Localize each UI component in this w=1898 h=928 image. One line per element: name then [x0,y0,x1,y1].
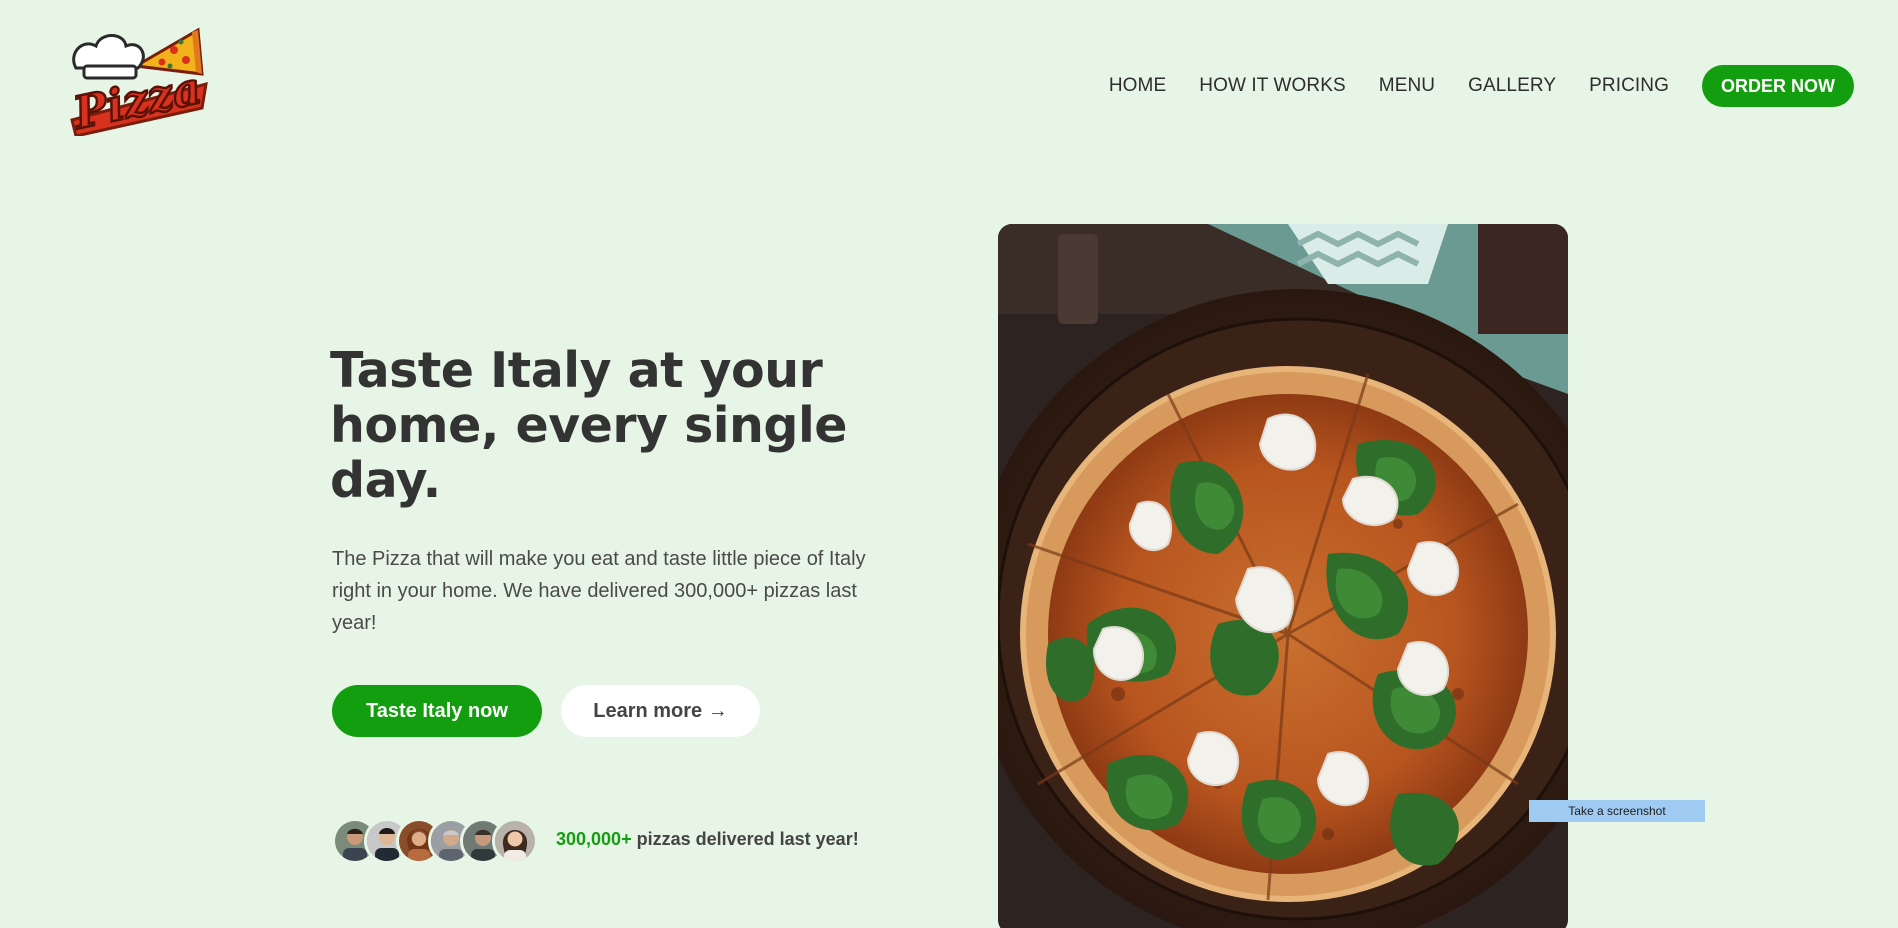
hero-description: The Pizza that will make you eat and tas… [332,548,866,634]
hero-pizza-image [998,224,1568,928]
learn-more-button[interactable]: Learn more → [561,685,760,737]
nav-menu-link[interactable]: MENU [1379,75,1435,97]
pizza-logo-icon: Pizza [66,27,208,141]
pizza-logo[interactable]: Pizza [66,24,208,141]
taste-italy-now-button[interactable]: Taste Italy now [332,685,542,737]
pizza-photo-icon [998,224,1568,928]
delivered-count: 300,000+ [556,829,632,849]
nav-gallery-link[interactable]: GALLERY [1468,75,1556,97]
nav-home-link[interactable]: HOME [1109,75,1166,97]
main-nav: HOME HOW IT WORKS MENU GALLERY PRICING O… [1109,65,1854,107]
hero-title: Taste Italy at your home, every single d… [330,342,848,509]
order-now-button[interactable]: ORDER NOW [1702,65,1854,107]
nav-pricing-link[interactable]: PRICING [1589,75,1669,97]
avatar [492,818,538,864]
nav-how-it-works-link[interactable]: HOW IT WORKS [1199,75,1346,97]
customer-avatars [332,818,538,864]
take-screenshot-tooltip[interactable]: Take a screenshot [1529,800,1705,822]
delivered-stat: 300,000+ pizzas delivered last year! [556,829,859,850]
delivered-text: pizzas delivered last year! [631,829,859,849]
